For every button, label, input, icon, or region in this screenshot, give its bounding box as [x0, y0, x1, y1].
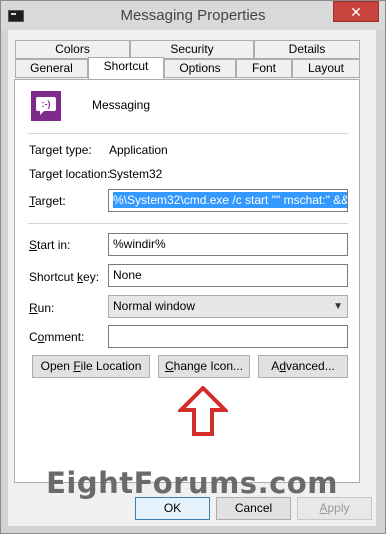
target-field-text: %\System32\cmd.exe /c start "" mschat:" …	[113, 192, 347, 208]
target-type-value: Application	[109, 143, 168, 157]
divider	[28, 133, 348, 134]
start-in-field[interactable]: %windir%	[108, 233, 348, 256]
target-type-label: Target type:	[29, 143, 92, 157]
messaging-app-icon: :-)	[31, 91, 61, 121]
advanced-button[interactable]: Advanced...	[258, 355, 348, 378]
chat-bubble-icon: :-)	[36, 97, 56, 115]
ok-button[interactable]: OK	[135, 497, 210, 520]
start-in-label: Start in:	[29, 238, 71, 252]
shortcut-key-field[interactable]: None	[108, 264, 348, 287]
divider	[28, 223, 348, 224]
target-location-label: Target location:	[29, 167, 111, 181]
chevron-down-icon: ▼	[333, 301, 343, 312]
run-dropdown-value: Normal window	[113, 299, 196, 313]
change-icon-button[interactable]: Change Icon...	[158, 355, 250, 378]
target-field[interactable]: %\System32\cmd.exe /c start "" mschat:" …	[108, 189, 348, 212]
comment-label: Comment:	[29, 330, 85, 344]
run-dropdown[interactable]: Normal window ▼	[108, 295, 348, 318]
apply-button[interactable]: Apply	[297, 497, 372, 520]
watermark: EightForums.com	[46, 466, 338, 500]
target-location-value: System32	[109, 167, 163, 181]
shortcut-key-label: Shortcut key:	[29, 270, 100, 284]
open-file-location-button[interactable]: Open File Location	[32, 355, 150, 378]
run-label: Run:	[29, 301, 55, 315]
target-label: Target:	[29, 194, 66, 208]
cancel-button[interactable]: Cancel	[216, 497, 291, 520]
comment-field[interactable]	[108, 325, 348, 348]
shortcut-name: Messaging	[92, 98, 151, 112]
up-arrow-annotation	[178, 386, 228, 436]
